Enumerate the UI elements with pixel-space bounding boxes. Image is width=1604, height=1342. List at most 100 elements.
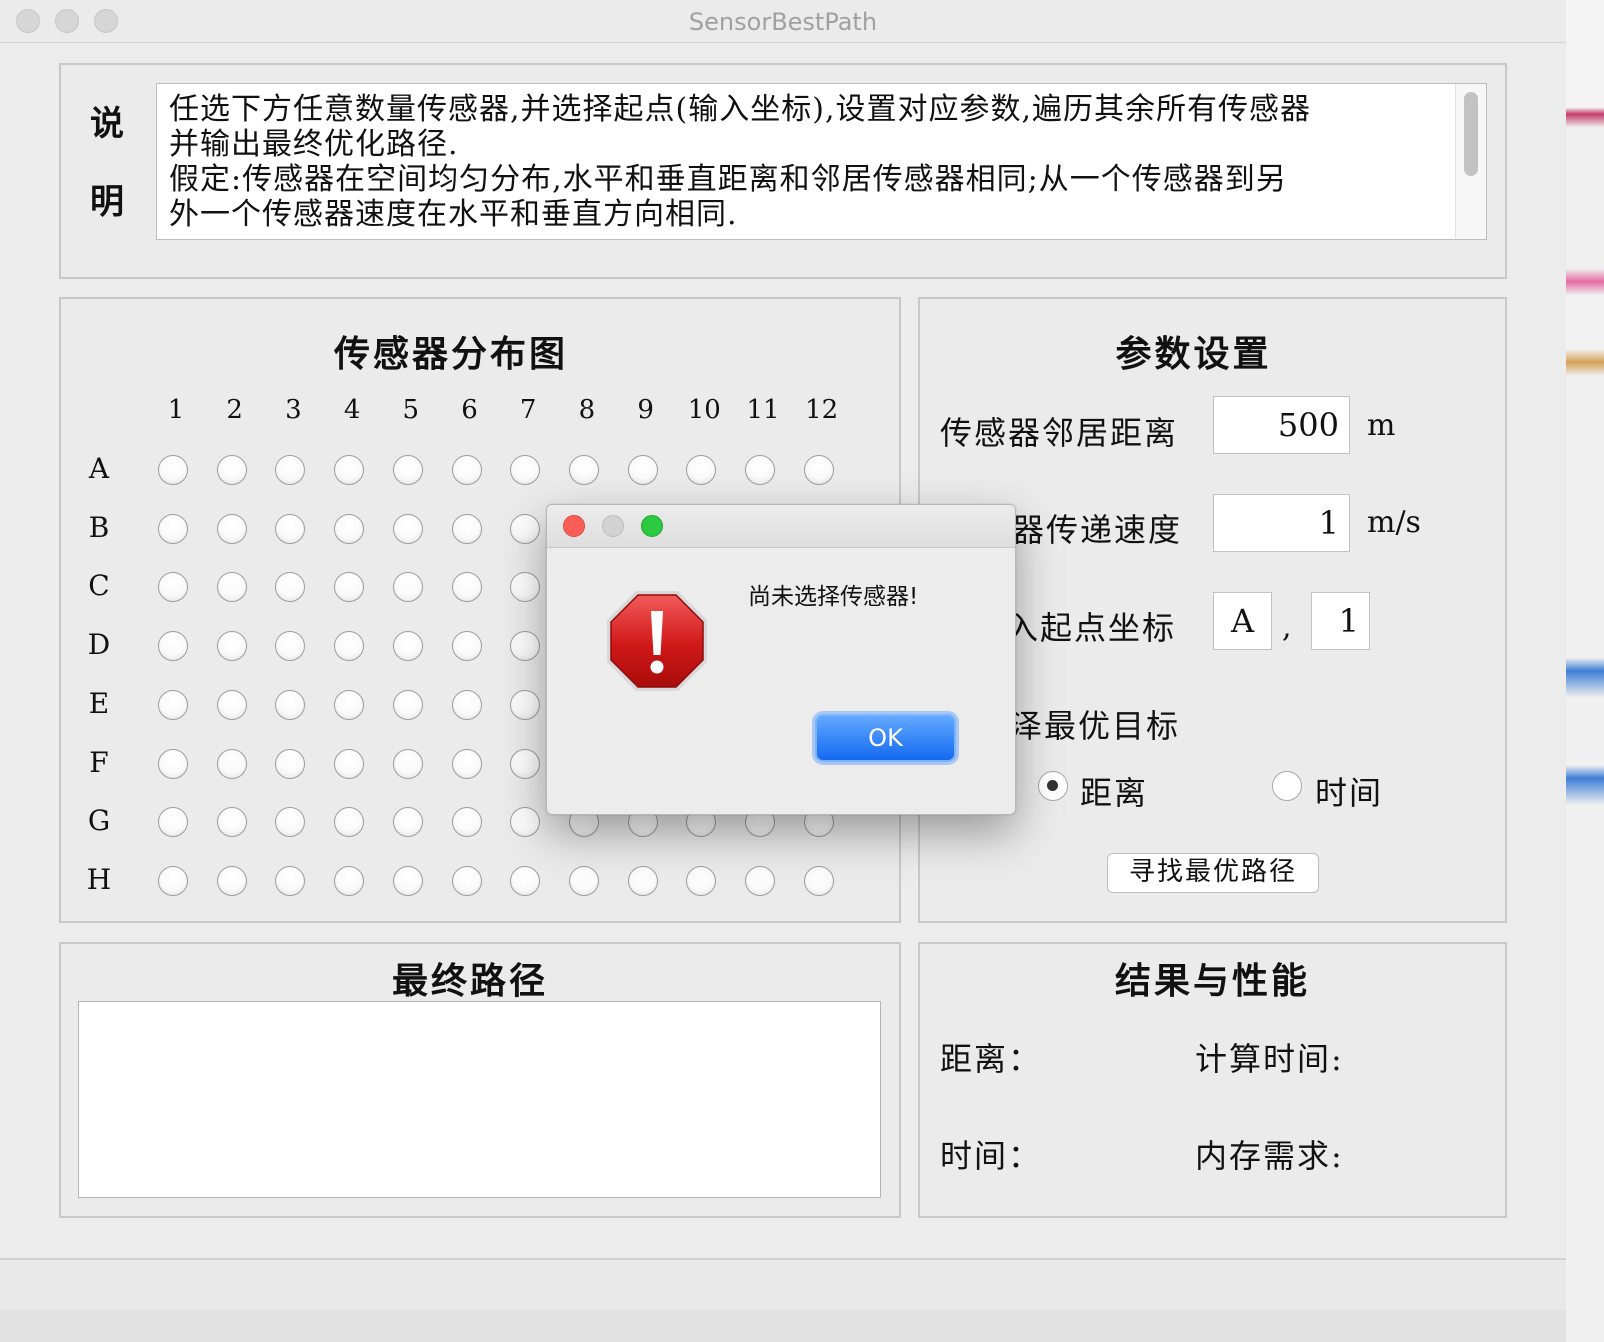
sensor-row-header: E <box>88 686 110 720</box>
status-bar <box>0 1258 1566 1312</box>
scrollbar-thumb[interactable] <box>1464 92 1478 176</box>
ok-button[interactable]: OK <box>815 714 956 762</box>
sensor-row-header: G <box>87 804 111 838</box>
sensor-node-F3[interactable] <box>275 748 306 779</box>
sensor-node-A6[interactable] <box>451 455 482 485</box>
sensor-node-C5[interactable] <box>392 572 423 603</box>
sensor-column-header: 10 <box>687 395 721 425</box>
distance-option-label[interactable]: 距离 <box>1080 768 1148 814</box>
start-col-input[interactable]: 1 <box>1311 592 1370 650</box>
description-line: 外一个传感器速度在水平和垂直方向相同. <box>169 197 738 232</box>
speed-input[interactable]: 1 <box>1213 494 1350 552</box>
sensor-node-B5[interactable] <box>392 513 423 544</box>
sensor-node-E4[interactable] <box>334 689 365 720</box>
sensor-node-E1[interactable] <box>158 689 188 720</box>
sensor-column-header: 7 <box>519 395 537 425</box>
description-textarea[interactable]: 任选下方任意数量传感器,并选择起点(输入坐标),设置对应参数,遍历其余所有传感器… <box>156 83 1487 240</box>
sensor-node-F2[interactable] <box>216 748 247 779</box>
sensor-node-H9[interactable] <box>627 865 658 896</box>
memory-label: 内存需求: <box>1195 1137 1344 1175</box>
sensor-node-G5[interactable] <box>392 807 423 838</box>
dialog-zoom-button[interactable] <box>641 515 663 537</box>
sensor-row-header: D <box>87 628 111 662</box>
sensor-node-B6[interactable] <box>451 513 482 544</box>
sensor-node-H5[interactable] <box>392 865 423 896</box>
sensor-node-A11[interactable] <box>745 455 775 485</box>
sensor-node-B4[interactable] <box>334 513 365 544</box>
time-result-label: 时间： <box>940 1137 1043 1175</box>
background-desktop-edge <box>1566 0 1604 1342</box>
description-line: 假定:传感器在空间均匀分布,水平和垂直距离和邻居传感器相同;从一个传感器到另 <box>169 162 1287 197</box>
sensor-node-A12[interactable] <box>803 455 834 485</box>
sensor-node-H10[interactable] <box>686 865 717 896</box>
sensor-row-header: H <box>86 862 112 896</box>
sensor-node-G6[interactable] <box>451 807 482 838</box>
distance-radio[interactable] <box>1038 771 1068 801</box>
sensor-column-header: 4 <box>343 395 361 425</box>
speed-label: 器传递速度 <box>1012 511 1183 549</box>
sensor-node-A5[interactable] <box>392 455 423 485</box>
sensor-node-H12[interactable] <box>803 865 834 896</box>
description-scrollbar[interactable] <box>1455 84 1486 239</box>
dialog-minimize-button <box>602 515 624 537</box>
sensor-node-H2[interactable] <box>216 865 247 896</box>
sensor-node-F4[interactable] <box>334 748 365 779</box>
speed-unit: m/s <box>1367 505 1421 540</box>
sensor-node-E6[interactable] <box>451 689 482 720</box>
sensor-node-E5[interactable] <box>392 689 423 720</box>
sensor-node-A9[interactable] <box>627 455 658 485</box>
time-option-label[interactable]: 时间 <box>1315 768 1383 814</box>
description-text: 任选下方任意数量传感器,并选择起点(输入坐标),设置对应参数,遍历其余所有传感器… <box>169 92 1459 232</box>
sensor-node-E7[interactable] <box>510 689 541 720</box>
final-path-output[interactable] <box>78 1001 881 1198</box>
description-line: 并输出最终优化路径. <box>169 127 459 162</box>
sensor-node-G2[interactable] <box>216 807 247 838</box>
objective-label: 泽最优目标 <box>1010 707 1181 745</box>
neighbor-distance-input[interactable]: 500 <box>1213 396 1350 454</box>
sensor-row-header: A <box>88 452 110 485</box>
sensor-column-header: 12 <box>805 395 839 425</box>
sensor-node-A1[interactable] <box>158 455 188 485</box>
sensor-node-A7[interactable] <box>510 455 541 485</box>
sensor-column-header: 3 <box>285 395 302 425</box>
compute-time-label: 计算时间: <box>1195 1040 1344 1078</box>
sensor-node-D5[interactable] <box>392 631 423 662</box>
sensor-node-B2[interactable] <box>216 513 247 544</box>
sensor-node-H11[interactable] <box>745 865 775 896</box>
sensor-node-E2[interactable] <box>216 689 247 720</box>
sensor-node-F5[interactable] <box>392 748 423 779</box>
sensor-node-A2[interactable] <box>216 455 247 485</box>
sensor-node-A4[interactable] <box>334 455 365 485</box>
sensor-node-C6[interactable] <box>451 572 482 603</box>
time-radio[interactable] <box>1272 771 1302 801</box>
sensor-node-H6[interactable] <box>451 865 482 896</box>
sensor-node-B1[interactable] <box>158 513 188 544</box>
window-title: SensorBestPath <box>688 8 878 36</box>
sensor-node-D6[interactable] <box>451 631 482 662</box>
sensor-column-header: 9 <box>637 395 654 425</box>
find-best-path-button[interactable]: 寻找最优路径 <box>1107 853 1319 893</box>
sensor-node-D2[interactable] <box>216 631 247 662</box>
sensor-node-B7[interactable] <box>510 513 541 544</box>
sensor-node-D1[interactable] <box>158 631 188 662</box>
sensor-node-C2[interactable] <box>216 572 247 603</box>
sensor-node-H7[interactable] <box>510 865 541 896</box>
sensor-node-F6[interactable] <box>451 748 482 779</box>
sensor-row-header: C <box>88 569 110 603</box>
sensor-node-H8[interactable] <box>568 865 599 896</box>
sensor-node-F1[interactable] <box>158 748 188 779</box>
window-titlebar[interactable]: SensorBestPath <box>0 0 1566 43</box>
dialog-close-button[interactable] <box>563 515 585 537</box>
start-row-input[interactable]: A <box>1213 592 1272 650</box>
sensor-node-H4[interactable] <box>334 865 365 896</box>
sensor-node-A8[interactable] <box>568 455 599 485</box>
sensor-node-H1[interactable] <box>158 865 188 896</box>
parameter-title: 参数设置 <box>1115 333 1272 375</box>
sensor-node-F7[interactable] <box>510 748 541 779</box>
sensor-node-E3[interactable] <box>275 689 306 720</box>
sensor-node-G1[interactable] <box>158 807 188 838</box>
sensor-node-B3[interactable] <box>275 513 306 544</box>
dialog-titlebar[interactable] <box>547 505 1015 548</box>
sensor-node-D4[interactable] <box>334 631 365 662</box>
start-coordinate-label: 入起点坐标 <box>1006 609 1177 647</box>
